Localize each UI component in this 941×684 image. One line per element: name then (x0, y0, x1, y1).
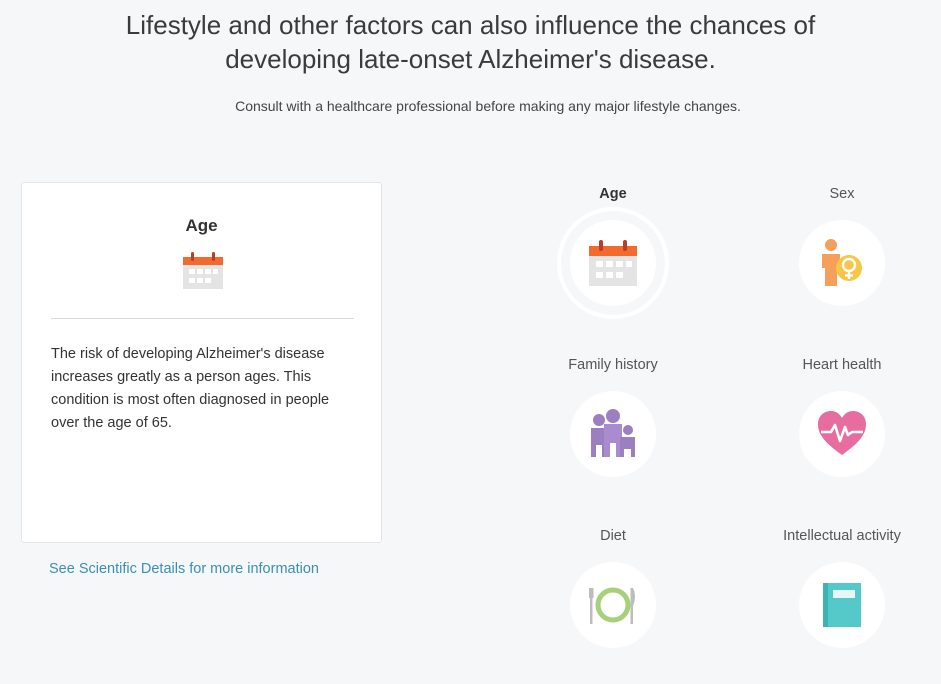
factor-label-age: Age (599, 186, 627, 202)
factor-circle-diet[interactable] (570, 562, 656, 648)
page-subtitle: Consult with a healthcare professional b… (235, 98, 741, 114)
factor-label-diet: Diet (600, 528, 626, 544)
family-icon (591, 409, 635, 457)
female-person-icon (822, 239, 862, 286)
plate-icon (589, 587, 635, 624)
factor-diet[interactable]: Diet (513, 526, 713, 648)
factor-label-heart-health: Heart health (802, 357, 882, 373)
heart-icon (818, 411, 866, 455)
factor-detail-card: Age The risk of developing Alzheimer's d… (21, 182, 382, 543)
detail-description: The risk of developing Alzheimer's disea… (51, 346, 330, 431)
factor-label-family-history: Family history (568, 357, 658, 373)
factor-family-history[interactable]: Family history (513, 355, 713, 477)
page-headline: Lifestyle and other factors can also inf… (0, 8, 941, 76)
factor-label-intellectual-activity: Intellectual activity (783, 528, 901, 544)
factor-intellectual-activity[interactable]: Intellectual activity (742, 526, 941, 648)
factor-heart-health[interactable]: Heart health (742, 355, 941, 477)
headline-line-2: developing late-onset Alzheimer's diseas… (225, 44, 716, 74)
factor-age[interactable]: Age (513, 184, 713, 306)
detail-divider (51, 318, 354, 319)
factor-circle-family-history[interactable] (570, 391, 656, 477)
factor-sex[interactable]: Sex (742, 184, 941, 306)
factor-circle-intellectual-activity[interactable] (799, 562, 885, 648)
calendar-icon (183, 252, 223, 289)
headline-line-1: Lifestyle and other factors can also inf… (125, 10, 816, 40)
book-icon (823, 583, 861, 627)
factor-circle-heart-health[interactable] (799, 391, 885, 477)
detail-title: Age (185, 216, 218, 235)
calendar-icon (589, 240, 637, 286)
factor-label-sex: Sex (829, 186, 855, 202)
factor-circle-sex[interactable] (799, 220, 885, 306)
scientific-details-link[interactable]: See Scientific Details for more informat… (49, 561, 319, 577)
factor-circle-age[interactable] (570, 220, 656, 306)
